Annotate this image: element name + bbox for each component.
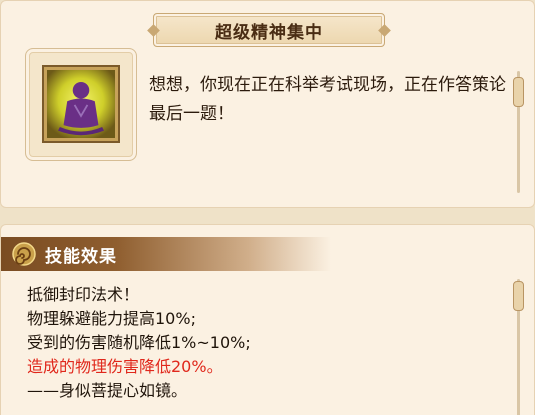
effects-scrollbar-thumb[interactable]: [513, 281, 524, 311]
effects-section-header: 技能效果: [1, 237, 331, 271]
effect-line: 物理躲避能力提高10%;: [27, 309, 196, 328]
banner-ornament-right: [378, 24, 391, 37]
effect-line-highlight: 造成的物理伤害降低20%。: [27, 357, 223, 376]
skill-effects-panel: 技能效果 抵御封印法术！ 物理躲避能力提高10%; 受到的伤害随机降低1%~10…: [0, 224, 535, 415]
effects-section-title: 技能效果: [45, 246, 117, 267]
effect-line: 受到的伤害随机降低1%~10%;: [27, 333, 251, 352]
effect-line: 抵御封印法术！: [27, 285, 140, 304]
skill-description: 想想，你现在正在科举考试现场，正在作答策论最后一题！: [149, 75, 506, 124]
effects-list: 抵御封印法术！ 物理躲避能力提高10%; 受到的伤害随机降低1%~10%; 造成…: [27, 283, 497, 403]
skill-icon-frame: [25, 48, 137, 161]
effect-line: ——身似菩提心如镜。: [27, 381, 188, 400]
banner-ornament-left: [147, 24, 160, 37]
skill-title: 超级精神集中: [215, 22, 323, 43]
swirl-icon: [12, 242, 36, 266]
skill-info-panel: 超级精神集中 想想，你现在正在科举考试现场，正在作答策论最后一题！: [0, 0, 535, 208]
description-scrollbar-thumb[interactable]: [513, 77, 524, 107]
meditating-figure-icon: [44, 67, 118, 141]
skill-title-banner: 超级精神集中: [147, 13, 391, 47]
